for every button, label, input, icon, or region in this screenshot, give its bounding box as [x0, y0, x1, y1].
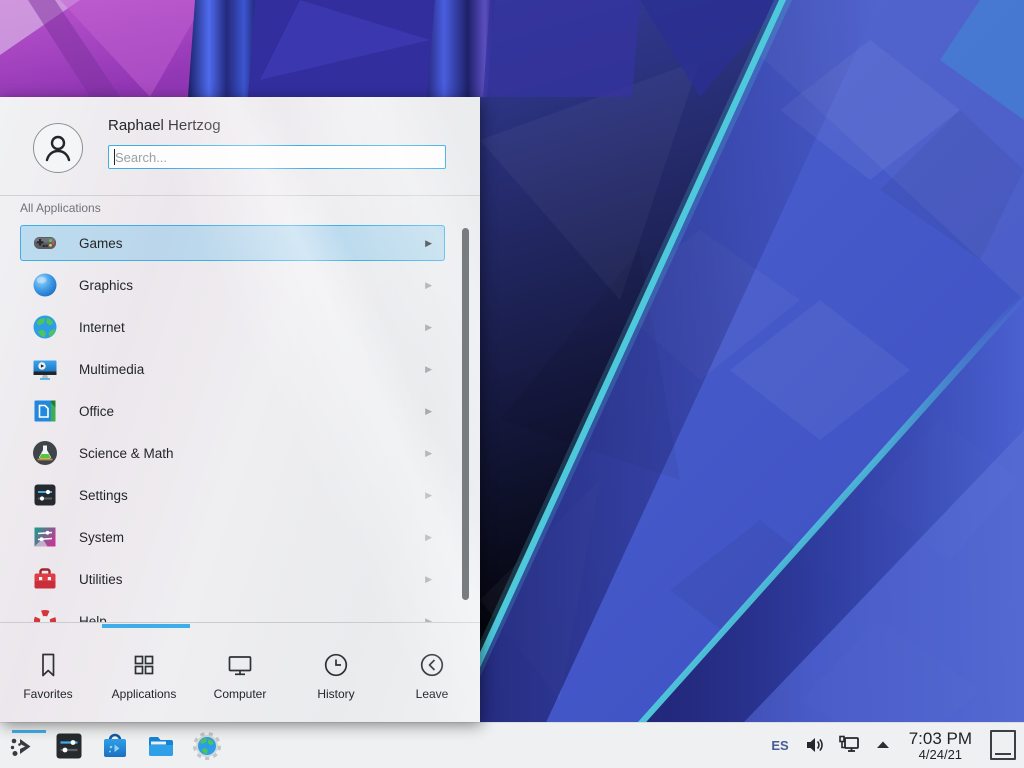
- user-icon: [40, 130, 76, 166]
- search-input[interactable]: [108, 145, 446, 169]
- launcher-tabbar: Favorites Applications Computer: [0, 628, 480, 722]
- discover-button[interactable]: [99, 730, 131, 762]
- show-desktop-button[interactable]: [990, 730, 1016, 760]
- globe-icon: [31, 313, 59, 341]
- tab-label: Favorites: [23, 687, 72, 701]
- category-row-internet[interactable]: Internet ▶: [20, 309, 445, 345]
- settings-sliders-icon: [31, 481, 59, 509]
- category-row-multimedia[interactable]: Multimedia ▶: [20, 351, 445, 387]
- globe-gear-icon: [191, 730, 223, 762]
- speaker-icon: [804, 734, 826, 756]
- category-row-help[interactable]: Help ▶: [20, 603, 445, 622]
- submenu-arrow-icon: ▶: [425, 574, 432, 585]
- submenu-arrow-icon: ▶: [425, 280, 432, 291]
- section-label: All Applications: [20, 201, 101, 215]
- discover-icon: [99, 730, 131, 762]
- help-lifebuoy-icon: [31, 607, 59, 622]
- category-label: Multimedia: [79, 362, 425, 377]
- category-row-office[interactable]: Office ▶: [20, 393, 445, 429]
- tab-label: Computer: [214, 687, 267, 701]
- science-flask-icon: [31, 439, 59, 467]
- tab-label: Leave: [416, 687, 449, 701]
- leave-icon: [417, 650, 447, 680]
- category-label: Office: [79, 404, 425, 419]
- network-button[interactable]: [837, 733, 861, 757]
- digital-clock[interactable]: 7:03 PM 4/24/21: [905, 730, 976, 761]
- kickoff-icon: [7, 730, 39, 762]
- tab-favorites[interactable]: Favorites: [0, 628, 96, 722]
- submenu-arrow-icon: ▶: [425, 364, 432, 375]
- bookmark-icon: [33, 650, 63, 680]
- taskbar-launchers: [0, 730, 223, 762]
- system-settings-icon: [54, 731, 84, 761]
- category-row-graphics[interactable]: Graphics ▶: [20, 267, 445, 303]
- clock-time: 7:03 PM: [909, 730, 972, 748]
- category-row-system[interactable]: System ▶: [20, 519, 445, 555]
- web-browser-button[interactable]: [191, 730, 223, 762]
- category-label: Utilities: [79, 572, 425, 587]
- caret-up-icon: [874, 736, 892, 754]
- category-row-science-math[interactable]: Science & Math ▶: [20, 435, 445, 471]
- folder-icon: [145, 730, 177, 762]
- graphics-sphere-icon: [31, 271, 59, 299]
- text-cursor: [114, 149, 115, 165]
- system-sliders-icon: [31, 523, 59, 551]
- tab-applications[interactable]: Applications: [96, 628, 192, 722]
- tab-history[interactable]: History: [288, 628, 384, 722]
- monitor-icon: [225, 650, 255, 680]
- tab-leave[interactable]: Leave: [384, 628, 480, 722]
- system-tray: ES: [767, 730, 1024, 761]
- submenu-arrow-icon: ▶: [425, 490, 432, 501]
- header-divider: [0, 195, 480, 196]
- volume-button[interactable]: [803, 733, 827, 757]
- desktop: Raphael Hertzog All Applications: [0, 0, 1024, 768]
- keyboard-layout-indicator[interactable]: ES: [767, 738, 792, 753]
- multimedia-monitor-icon: [31, 355, 59, 383]
- category-list: Games ▶ Graphics ▶: [0, 221, 480, 622]
- category-row-games[interactable]: Games ▶: [20, 225, 445, 261]
- wired-network-icon: [837, 733, 861, 757]
- submenu-arrow-icon: ▶: [425, 532, 432, 543]
- user-name: Raphael Hertzog: [108, 117, 221, 134]
- application-launcher-button[interactable]: [7, 730, 39, 762]
- gamepad-icon: [31, 229, 59, 257]
- tab-label: Applications: [112, 687, 177, 701]
- grid-icon: [129, 650, 159, 680]
- category-label: Science & Math: [79, 446, 425, 461]
- office-documents-icon: [31, 397, 59, 425]
- category-row-settings[interactable]: Settings ▶: [20, 477, 445, 513]
- list-scrollbar[interactable]: [462, 228, 469, 600]
- category-label: Games: [79, 236, 425, 251]
- expand-tray-button[interactable]: [871, 733, 895, 757]
- clock-date: 4/24/21: [919, 748, 962, 762]
- category-label: Internet: [79, 320, 425, 335]
- clock-icon: [321, 650, 351, 680]
- user-avatar: [33, 123, 83, 173]
- application-launcher-menu: Raphael Hertzog All Applications: [0, 97, 480, 722]
- category-label: Settings: [79, 488, 425, 503]
- category-label: Help: [79, 614, 425, 623]
- tab-computer[interactable]: Computer: [192, 628, 288, 722]
- utilities-toolbox-icon: [31, 565, 59, 593]
- submenu-arrow-icon: ▶: [425, 448, 432, 459]
- category-row-utilities[interactable]: Utilities ▶: [20, 561, 445, 597]
- submenu-arrow-icon: ▶: [425, 406, 432, 417]
- tabbar-divider: [0, 622, 480, 623]
- system-settings-button[interactable]: [53, 730, 85, 762]
- tab-label: History: [317, 687, 354, 701]
- category-label: System: [79, 530, 425, 545]
- taskbar-panel: ES: [0, 722, 1024, 768]
- submenu-arrow-icon: ▶: [425, 322, 432, 333]
- submenu-arrow-icon: ▶: [425, 238, 432, 249]
- active-launcher-indicator: [12, 730, 46, 733]
- category-label: Graphics: [79, 278, 425, 293]
- dolphin-file-manager-button[interactable]: [145, 730, 177, 762]
